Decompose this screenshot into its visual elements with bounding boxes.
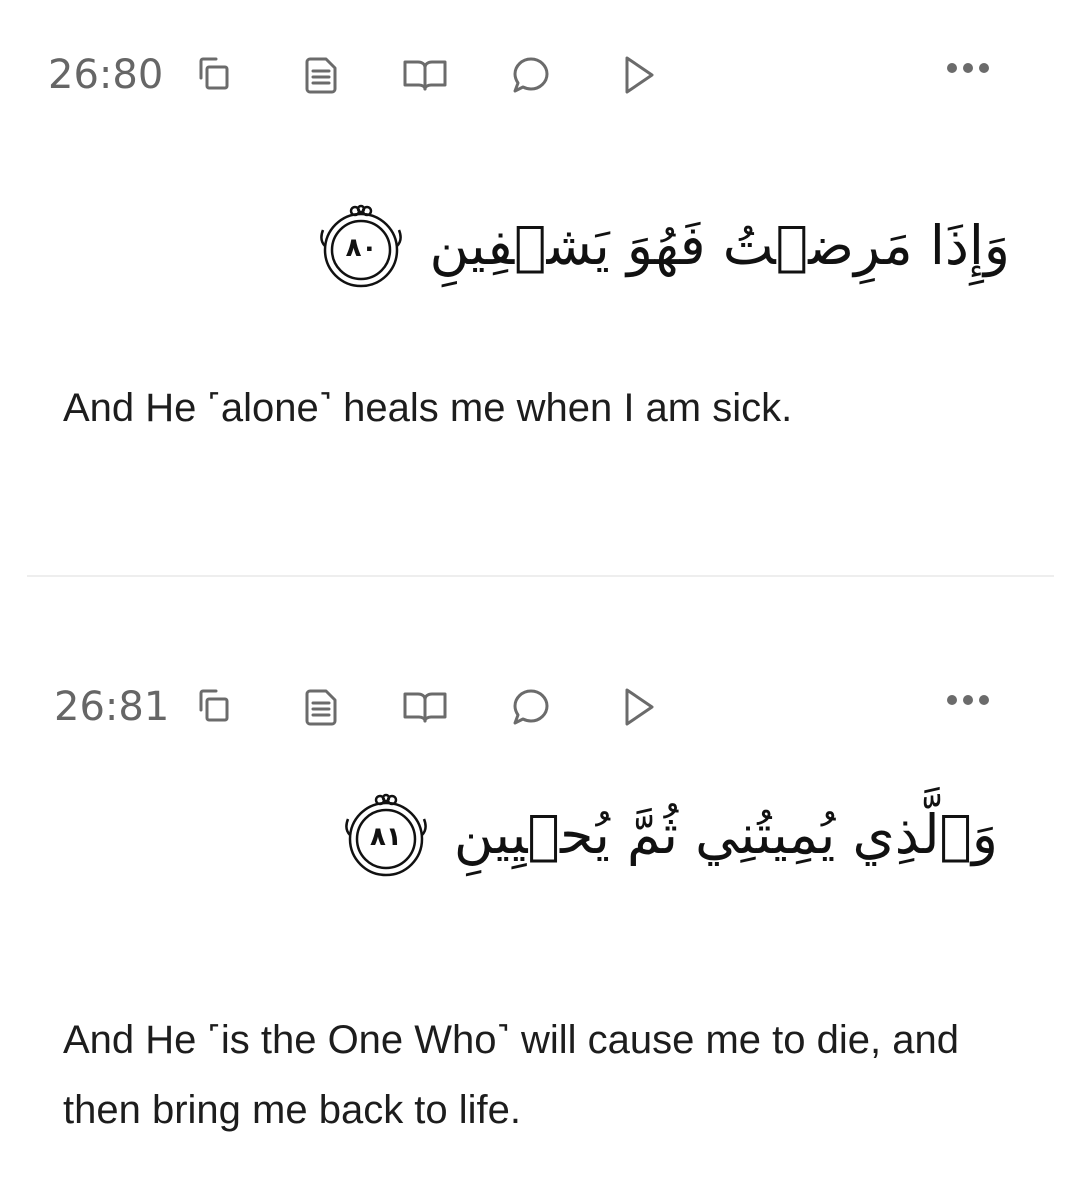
copy-icon xyxy=(199,57,229,90)
reflections-button[interactable] xyxy=(401,683,449,731)
ayah-end-marker: ٨٠ xyxy=(315,200,407,292)
book-icon xyxy=(403,692,447,723)
more-icon xyxy=(947,695,989,705)
verse-card: 26:80 وَإِذَا مَرِضۡتُ فَهُوَ يَشۡفِينِ … xyxy=(0,0,1080,576)
copy-button[interactable] xyxy=(190,683,238,731)
more-options-button[interactable] xyxy=(944,45,992,85)
arabic-text: وَإِذَا مَرِضۡتُ فَهُوَ يَشۡفِينِ ٨٠ xyxy=(315,200,1010,292)
verse-toolbar: 26:80 xyxy=(0,45,1080,105)
play-icon xyxy=(625,56,654,94)
copy-button[interactable] xyxy=(190,51,238,99)
more-icon xyxy=(947,63,989,73)
book-icon xyxy=(403,60,447,91)
arabic-verse: وَٱلَّذِي يُمِيتُنِي ثُمَّ يُحۡيِينِ xyxy=(453,802,998,866)
verse-card: 26:81 وَٱلَّذِي يُمِيتُنِي ثُمَّ يُحۡيِي… xyxy=(0,577,1080,1183)
ayah-end-marker: ٨١ xyxy=(340,789,432,881)
arabic-text: وَٱلَّذِي يُمِيتُنِي ثُمَّ يُحۡيِينِ ٨١ xyxy=(340,789,998,881)
translation-text: And He ˹is the One Who˺ will cause me to… xyxy=(63,1018,959,1132)
play-icon xyxy=(625,688,654,726)
tafsir-icon xyxy=(305,689,337,726)
comment-icon xyxy=(513,57,549,93)
ayah-number: ٨١ xyxy=(369,822,402,852)
tafsir-button[interactable] xyxy=(297,683,345,731)
translation-text: And He ˹alone˺ heals me when I am sick. xyxy=(63,386,793,430)
tafsir-button[interactable] xyxy=(297,51,345,99)
verse-key[interactable]: 26:80 xyxy=(48,45,163,105)
arabic-verse: وَإِذَا مَرِضۡتُ فَهُوَ يَشۡفِينِ xyxy=(429,213,1010,277)
reflections-button[interactable] xyxy=(401,51,449,99)
comment-button[interactable] xyxy=(507,51,555,99)
play-button[interactable] xyxy=(614,683,662,731)
ayah-number: ٨٠ xyxy=(345,233,378,263)
more-options-button[interactable] xyxy=(944,677,992,717)
play-button[interactable] xyxy=(614,51,662,99)
verse-key[interactable]: 26:81 xyxy=(54,677,169,737)
tafsir-icon xyxy=(305,57,337,94)
comment-icon xyxy=(513,689,549,725)
verse-toolbar: 26:81 xyxy=(0,677,1080,737)
comment-button[interactable] xyxy=(507,683,555,731)
copy-icon xyxy=(199,689,229,722)
